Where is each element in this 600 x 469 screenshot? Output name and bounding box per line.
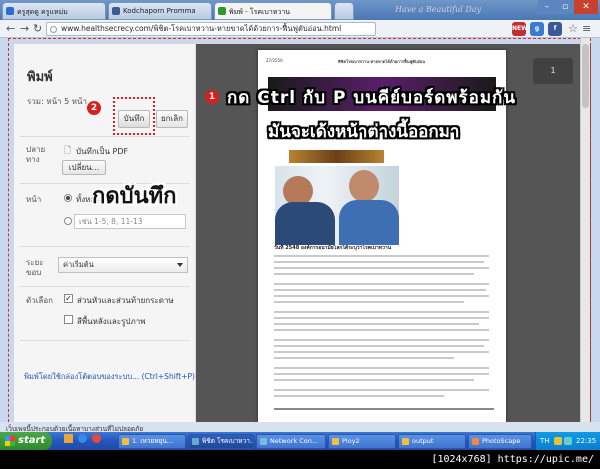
scrollbar-thumb[interactable] <box>582 44 589 108</box>
pages-all-radio[interactable] <box>64 194 72 202</box>
taskbar-item-active[interactable]: พิชิต โรคเบาหวา... <box>188 434 254 449</box>
maximize-icon[interactable]: ▫ <box>556 0 574 14</box>
step-1-annotation-line2: มันจะเด้งหน้าต่างนี้ออกมา <box>268 122 460 142</box>
pages-input[interactable]: เช่น 1-5, 8, 11-13 <box>74 214 186 229</box>
pages-label: หน้า <box>26 195 42 204</box>
step-2-badge: 2 <box>87 101 101 115</box>
extension-g-icon[interactable]: g <box>530 22 544 36</box>
browser-tab-bar: ครูสุดดู ครูแหม่ม Kodchaporn Promma พิมพ… <box>0 0 600 20</box>
background-checkbox[interactable] <box>64 315 73 324</box>
close-icon[interactable]: ✕ <box>574 0 598 14</box>
star-icon[interactable]: ☆ <box>568 22 578 36</box>
folder-icon <box>332 438 339 445</box>
language-indicator[interactable]: TH <box>540 432 550 450</box>
total-pages: รวม: หน้า 5 หน้า <box>27 97 87 106</box>
page-header-date: 27/2556 <box>266 58 283 63</box>
chevron-down-icon <box>177 263 183 267</box>
cancel-button[interactable]: ยกเลิก <box>156 110 188 128</box>
media-icon[interactable] <box>92 434 102 443</box>
browser-nav-bar: ← → ↻ www.healthsecrecy.com/พิชิต-โรคเบา… <box>0 20 600 38</box>
menu-icon[interactable]: ≡ <box>582 22 591 36</box>
options-label: ตัวเลือก <box>26 296 53 305</box>
start-button[interactable]: start <box>0 432 52 450</box>
window-icon <box>260 438 267 445</box>
window-icon <box>122 438 129 445</box>
destination-label: ปลายทาง <box>26 145 46 164</box>
extension-new-icon[interactable]: NEW <box>512 22 528 36</box>
tray-icon[interactable] <box>564 437 572 445</box>
divider <box>20 246 190 247</box>
step-1-annotation: กด Ctrl กับ P บนคีย์บอร์ดพร้อมกัน <box>227 88 516 108</box>
globe-icon <box>50 26 57 33</box>
preview-photo <box>275 166 399 245</box>
browser-icon[interactable] <box>78 434 88 443</box>
preview-image-strip <box>289 150 384 163</box>
tab-1[interactable]: ครูสุดดู ครูแหม่ม <box>2 2 106 20</box>
taskbar-item[interactable]: PhotoScape <box>468 434 532 449</box>
system-tray: TH 22:35 <box>535 432 600 450</box>
minimize-icon[interactable]: – <box>538 0 556 14</box>
back-icon[interactable]: ← <box>6 22 15 36</box>
background-option-label: สีพื้นหลังและรูปภาพ <box>77 317 146 326</box>
tray-icon[interactable] <box>554 437 562 445</box>
change-destination-button[interactable]: เปลี่ยน... <box>62 160 106 175</box>
margins-label: ระยะขอบ <box>26 258 44 277</box>
tab-2[interactable]: Kodchaporn Promma <box>108 2 212 20</box>
doctor-figure <box>275 202 335 245</box>
site-icon <box>218 7 226 15</box>
folder-icon <box>402 438 409 445</box>
new-tab-button[interactable] <box>334 2 354 20</box>
print-title: พิมพ์ <box>27 70 53 85</box>
page-heading: พิชิตโรคเบาหวาน-หายขาดได้ด้วยการฟื้นฟูตั… <box>338 59 426 64</box>
windows-taskbar: start 1. เหวยหยุน... พิชิต โรคเบาหวา... … <box>0 432 600 450</box>
divider <box>20 136 190 137</box>
taskbar-item[interactable]: output <box>398 434 466 449</box>
patient-figure <box>339 200 399 245</box>
image-credit: [1024x768] https://upic.me/ <box>0 450 600 469</box>
decoration-text: Have a Beautiful Day <box>395 5 482 14</box>
patient-figure <box>349 170 379 202</box>
save-hint-annotation: กดบันทึก <box>92 184 177 209</box>
save-button[interactable]: บันทึก <box>118 110 150 128</box>
divider <box>20 286 190 287</box>
window-icon <box>472 438 479 445</box>
divider <box>20 340 190 341</box>
vertical-scrollbar[interactable] <box>580 38 590 432</box>
page-count-indicator: 1 <box>533 58 573 84</box>
destination-value: บันทึกเป็น PDF <box>76 147 129 156</box>
system-dialog-link[interactable]: พิมพ์โดยใช้กล่องโต้ตอบของระบบ... (Ctrl+S… <box>24 371 195 383</box>
folder-icon[interactable] <box>64 434 73 443</box>
pages-custom-radio[interactable] <box>64 217 72 225</box>
clock: 22:35 <box>576 437 597 445</box>
quick-launch <box>60 434 112 449</box>
window-icon <box>192 438 199 445</box>
reload-icon[interactable]: ↻ <box>33 22 42 36</box>
taskbar-item[interactable]: Network Con... <box>256 434 326 449</box>
facebook-icon <box>112 7 120 15</box>
screenshot-frame: ครูสุดดู ครูแหม่ม Kodchaporn Promma พิมพ… <box>0 0 600 469</box>
margins-select[interactable]: ค่าเริ่มต้น <box>58 257 188 273</box>
headers-option-label: ส่วนหัวและส่วนท้ายกระดาษ <box>77 296 174 305</box>
tab-active[interactable]: พิมพ์ - โรคเบาหวาน <box>214 2 332 20</box>
blog-icon <box>6 7 14 15</box>
document-icon: 🗋 <box>64 146 72 156</box>
headers-checkbox[interactable]: ✓ <box>64 294 73 303</box>
windows-logo-icon <box>5 436 15 446</box>
preview-section-heading: วันที่ 2548 องค์การอนามัยโลกได้ระบุว่าโร… <box>274 245 392 251</box>
extension-f-icon[interactable]: f <box>548 22 562 36</box>
step-1-badge: 1 <box>205 90 219 104</box>
forward-icon[interactable]: → <box>20 22 29 36</box>
address-bar[interactable]: www.healthsecrecy.com/พิชิต-โรคเบาหวาน-ห… <box>46 22 376 36</box>
taskbar-item[interactable]: 1. เหวยหยุน... <box>118 434 186 449</box>
taskbar-item[interactable]: Ploy2 <box>328 434 396 449</box>
